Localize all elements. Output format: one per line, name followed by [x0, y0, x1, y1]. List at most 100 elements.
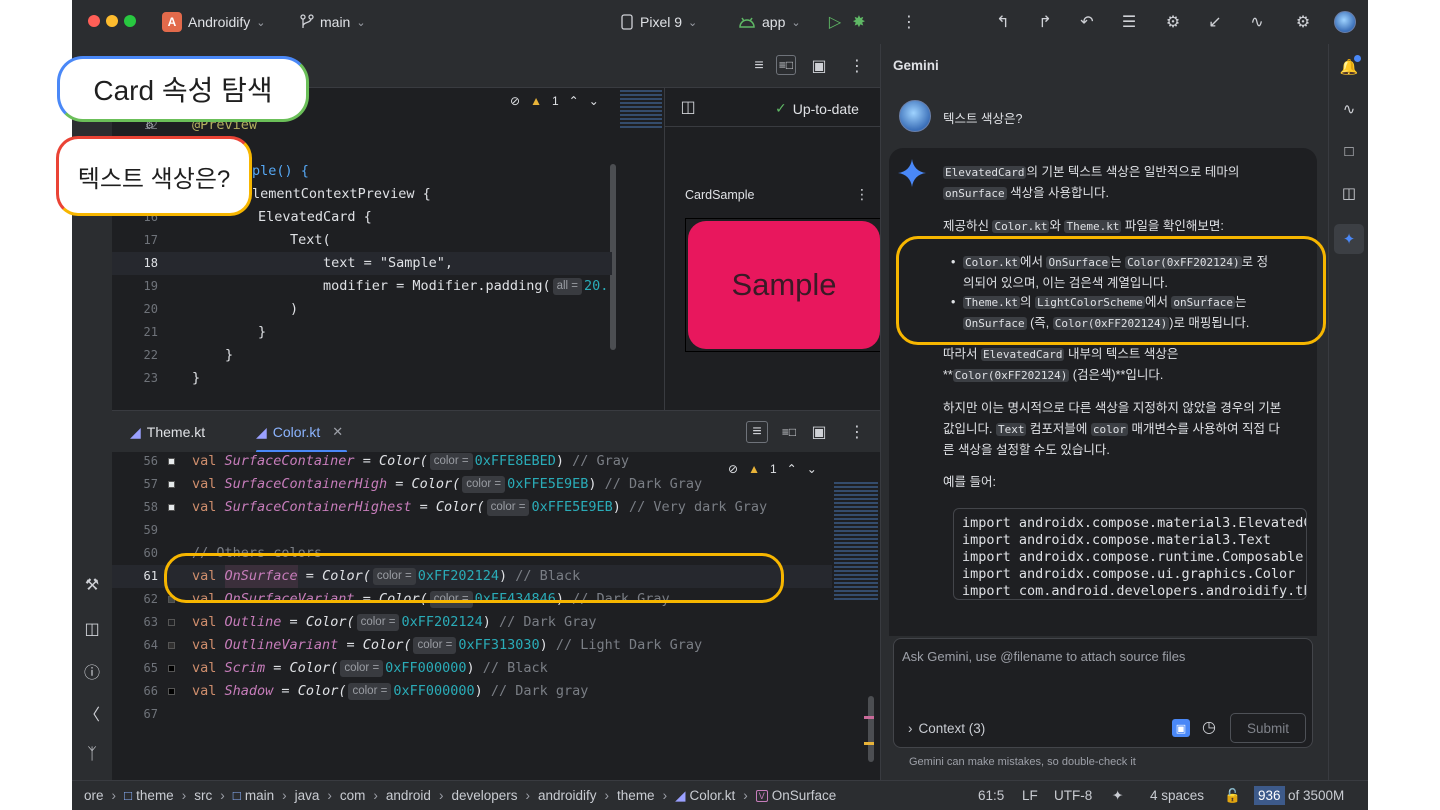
minimap[interactable]: [834, 482, 878, 602]
indent-setting[interactable]: 4 spaces: [1150, 788, 1204, 803]
inspection-widget[interactable]: ⊘ ▲ 1 ⌃ ⌄: [728, 462, 817, 476]
bottom-code-editor[interactable]: ⊘ ▲ 1 ⌃ ⌄ 56 val SurfaceContainer = Color…: [112, 452, 880, 780]
minimap[interactable]: [620, 90, 662, 130]
context-toggle[interactable]: › Context (3): [908, 721, 985, 736]
breadcrumb-item[interactable]: □ main: [233, 788, 274, 803]
right-tool-strip: 🔔 ∿ □ ◫ ✦: [1328, 44, 1368, 780]
file-encoding[interactable]: UTF-8: [1054, 788, 1092, 803]
arrow-down-left-icon[interactable]: ↙: [1204, 11, 1226, 33]
design-view-icon[interactable]: ▣: [808, 421, 830, 443]
code-text: }: [225, 347, 234, 363]
breadcrumb-item[interactable]: com: [340, 788, 366, 803]
breadcrumb-item[interactable]: android: [386, 788, 431, 803]
color-swatch[interactable]: [168, 481, 175, 488]
project-selector[interactable]: A Androidify ⌄: [162, 0, 265, 44]
terminal-icon[interactable]: 〈: [81, 702, 103, 724]
run-config-selector[interactable]: app ⌄: [738, 0, 801, 44]
layout-inspector-icon[interactable]: ☰: [1118, 11, 1140, 33]
color-swatch[interactable]: [168, 688, 175, 695]
gemini-spark-icon[interactable]: ✦: [1112, 788, 1123, 804]
tab-color-kt[interactable]: ◢ Color.kt ✕: [256, 411, 348, 453]
gemini-input-box[interactable]: Ask Gemini, use @filename to attach sour…: [893, 638, 1313, 748]
breadcrumb-item[interactable]: ore: [84, 788, 104, 803]
close-window-button[interactable]: [88, 15, 100, 27]
gemini-spark-icon[interactable]: ∿: [1246, 11, 1268, 33]
more-vert-icon[interactable]: ⋮: [846, 421, 868, 443]
settings-gear-icon[interactable]: ⚙: [1292, 11, 1314, 33]
history-clock-icon[interactable]: ◷: [1202, 717, 1216, 737]
problems-icon[interactable]: ⓘ: [81, 660, 103, 682]
version-control-icon[interactable]: ᛉ: [81, 744, 103, 766]
color-value: 0xFF000000: [385, 660, 467, 676]
split-view-icon[interactable]: ≡□: [778, 421, 800, 443]
code-line-current: 18 text = "Sample",: [112, 252, 612, 275]
more-vert-icon[interactable]: ⋮: [898, 11, 920, 33]
vertical-scrollbar[interactable]: [868, 696, 874, 762]
design-view-icon[interactable]: ▣: [808, 55, 830, 77]
line-ending[interactable]: LF: [1022, 788, 1038, 803]
color-swatch[interactable]: [168, 458, 175, 465]
breadcrumb-item[interactable]: ◢ Color.kt: [675, 788, 735, 804]
close-tab-icon[interactable]: ✕: [332, 424, 343, 440]
preview-options-icon[interactable]: ◫: [677, 96, 699, 118]
breadcrumb-item[interactable]: src: [194, 788, 212, 803]
code-snippet[interactable]: import androidx.compose.material3.Elevat…: [953, 508, 1307, 600]
eye-off-icon[interactable]: ⊘: [728, 462, 738, 476]
breadcrumb-item[interactable]: androidify: [538, 788, 597, 803]
device-manager-icon[interactable]: ⚙: [1162, 11, 1184, 33]
parameter-hint: color =: [413, 637, 457, 654]
chevron-down-icon[interactable]: ⌄: [807, 462, 817, 476]
apply-code-changes-icon[interactable]: ↱: [1034, 11, 1056, 33]
build-hammer-icon[interactable]: ⚒: [81, 574, 103, 596]
gemini-icon[interactable]: ∿: [1338, 98, 1360, 120]
keyword: val: [192, 453, 225, 469]
eye-off-icon[interactable]: ⊘: [510, 94, 520, 108]
breadcrumb-item[interactable]: theme: [617, 788, 655, 803]
breadcrumb[interactable]: ore › □ theme › src › □ main › java › com › android › de…: [84, 788, 836, 804]
device-selector[interactable]: Pixel 9 ⌄: [620, 0, 697, 44]
device-name: Pixel 9: [640, 14, 683, 30]
debug-icon[interactable]: ✸: [848, 11, 870, 33]
submit-button[interactable]: Submit: [1230, 713, 1306, 743]
code-view-icon[interactable]: ≡: [748, 55, 770, 77]
gemini-input-placeholder[interactable]: Ask Gemini, use @filename to attach sour…: [902, 649, 1185, 664]
project-badge: A: [162, 12, 182, 32]
device-explorer-icon[interactable]: □: [1338, 140, 1360, 162]
running-devices-icon[interactable]: ◫: [1338, 182, 1360, 204]
chevron-up-icon[interactable]: ⌃: [787, 462, 797, 476]
logcat-icon[interactable]: ◫: [81, 618, 103, 640]
color-swatch[interactable]: [168, 504, 175, 511]
chevron-down-icon[interactable]: ⌄: [589, 94, 599, 108]
lock-open-icon[interactable]: 🔓: [1224, 788, 1241, 804]
breadcrumb-item[interactable]: V OnSurface: [755, 788, 836, 803]
chevron-right-icon: ›: [373, 788, 378, 803]
breadcrumb-item[interactable]: □ theme: [124, 788, 174, 803]
split-view-icon[interactable]: ≡□: [776, 55, 796, 75]
tab-theme-kt[interactable]: ◢ Theme.kt: [130, 411, 205, 453]
color-swatch[interactable]: [168, 642, 175, 649]
branch-selector[interactable]: main ⌄: [300, 0, 366, 44]
memory-total[interactable]: of 3500M: [1288, 788, 1344, 803]
chevron-right-icon: ›: [438, 788, 444, 803]
more-vert-icon[interactable]: ⋮: [855, 186, 869, 203]
breadcrumb-item[interactable]: developers: [451, 788, 517, 803]
chevron-up-icon[interactable]: ⌃: [569, 94, 579, 108]
translate-icon[interactable]: ↶: [1076, 11, 1098, 33]
gemini-spark-icon[interactable]: ✦: [1334, 224, 1364, 254]
more-vert-icon[interactable]: ⋮: [846, 55, 868, 77]
gemini-title: Gemini: [893, 58, 939, 73]
user-avatar[interactable]: [1334, 11, 1356, 33]
color-swatch[interactable]: [168, 665, 175, 672]
zoom-window-button[interactable]: [124, 15, 136, 27]
preview-frame[interactable]: Sample: [685, 218, 881, 352]
caret-position[interactable]: 61:5: [978, 788, 1004, 803]
run-icon[interactable]: ▷: [824, 11, 846, 33]
minimize-window-button[interactable]: [106, 15, 118, 27]
memory-used[interactable]: 936: [1254, 786, 1285, 805]
color-swatch[interactable]: [168, 619, 175, 626]
apply-changes-icon[interactable]: ↰: [992, 11, 1014, 33]
code-view-icon[interactable]: ≡: [746, 421, 768, 443]
image-attach-icon[interactable]: ▣: [1172, 719, 1190, 737]
breadcrumb-item[interactable]: java: [295, 788, 320, 803]
inspection-widget[interactable]: ⊘ ▲ 1 ⌃ ⌄: [510, 94, 599, 108]
